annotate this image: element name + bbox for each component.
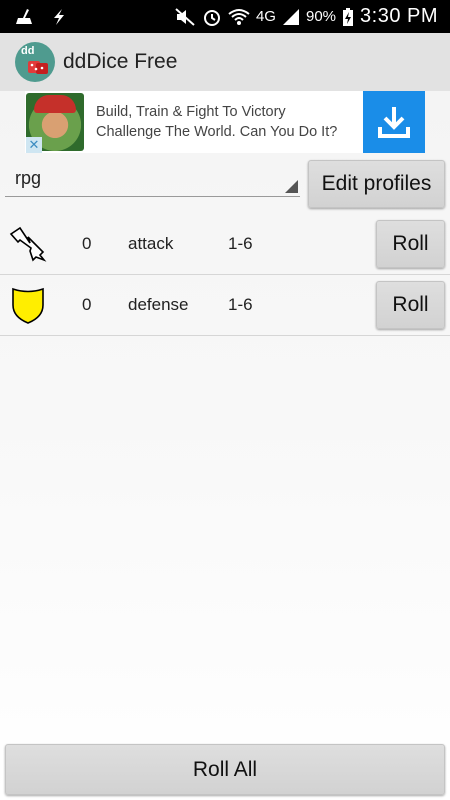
spinner-arrow-icon [285,180,298,193]
ad-line-1: Build, Train & Fight To Victory [96,104,286,120]
signal-icon [282,8,299,25]
ad-line-2: Challenge The World. Can You Do It? [96,124,338,140]
lightning-icon[interactable] [8,224,48,264]
app-title: ddDice Free [63,50,178,73]
roll-attack-button[interactable]: Roll [376,220,445,268]
roll-all-button[interactable]: Roll All [5,744,445,795]
ad-close-icon[interactable]: ✕ [26,137,42,153]
battery-icon [343,7,354,26]
cleaner-icon [16,8,32,24]
dice-row-defense: 0 defense 1-6 Roll [0,275,450,336]
download-icon [378,107,410,138]
ad-download-button[interactable] [363,91,425,153]
ad-image[interactable]: ✕ [26,93,84,153]
alarm-icon [203,9,220,26]
app-logo-text: dd [21,45,35,57]
ad-text[interactable]: Build, Train & Fight To Victory Challeng… [96,102,363,142]
shield-icon[interactable] [8,285,48,325]
dice-row-attack: 0 attack 1-6 Roll [0,214,450,275]
mute-icon [175,7,195,26]
flash-icon [54,8,64,25]
dice-count[interactable]: 0 [82,295,91,315]
dice-range: 1-6 [228,295,253,314]
ad-banner[interactable]: ✕ Build, Train & Fight To Victory Challe… [25,91,425,153]
app-logo: dd [15,42,55,82]
profile-spinner[interactable]: rpg [5,161,300,197]
dice-name: attack [128,234,174,253]
action-bar: dd ddDice Free [0,33,450,91]
roll-defense-button[interactable]: Roll [376,281,445,329]
edit-profiles-button[interactable]: Edit profiles [308,160,445,208]
network-type: 4G [255,8,276,25]
dice-range: 1-6 [228,234,253,253]
dice-name: defense [128,295,189,314]
dice-count[interactable]: 0 [82,234,91,254]
status-bar: 4G 90% 3:30 PM [0,0,450,33]
clock: 3:30 PM [360,5,438,27]
dice-icon [28,61,48,74]
battery-percent: 90% [305,8,337,25]
profile-selected: rpg [15,168,42,188]
wifi-icon [228,8,250,25]
